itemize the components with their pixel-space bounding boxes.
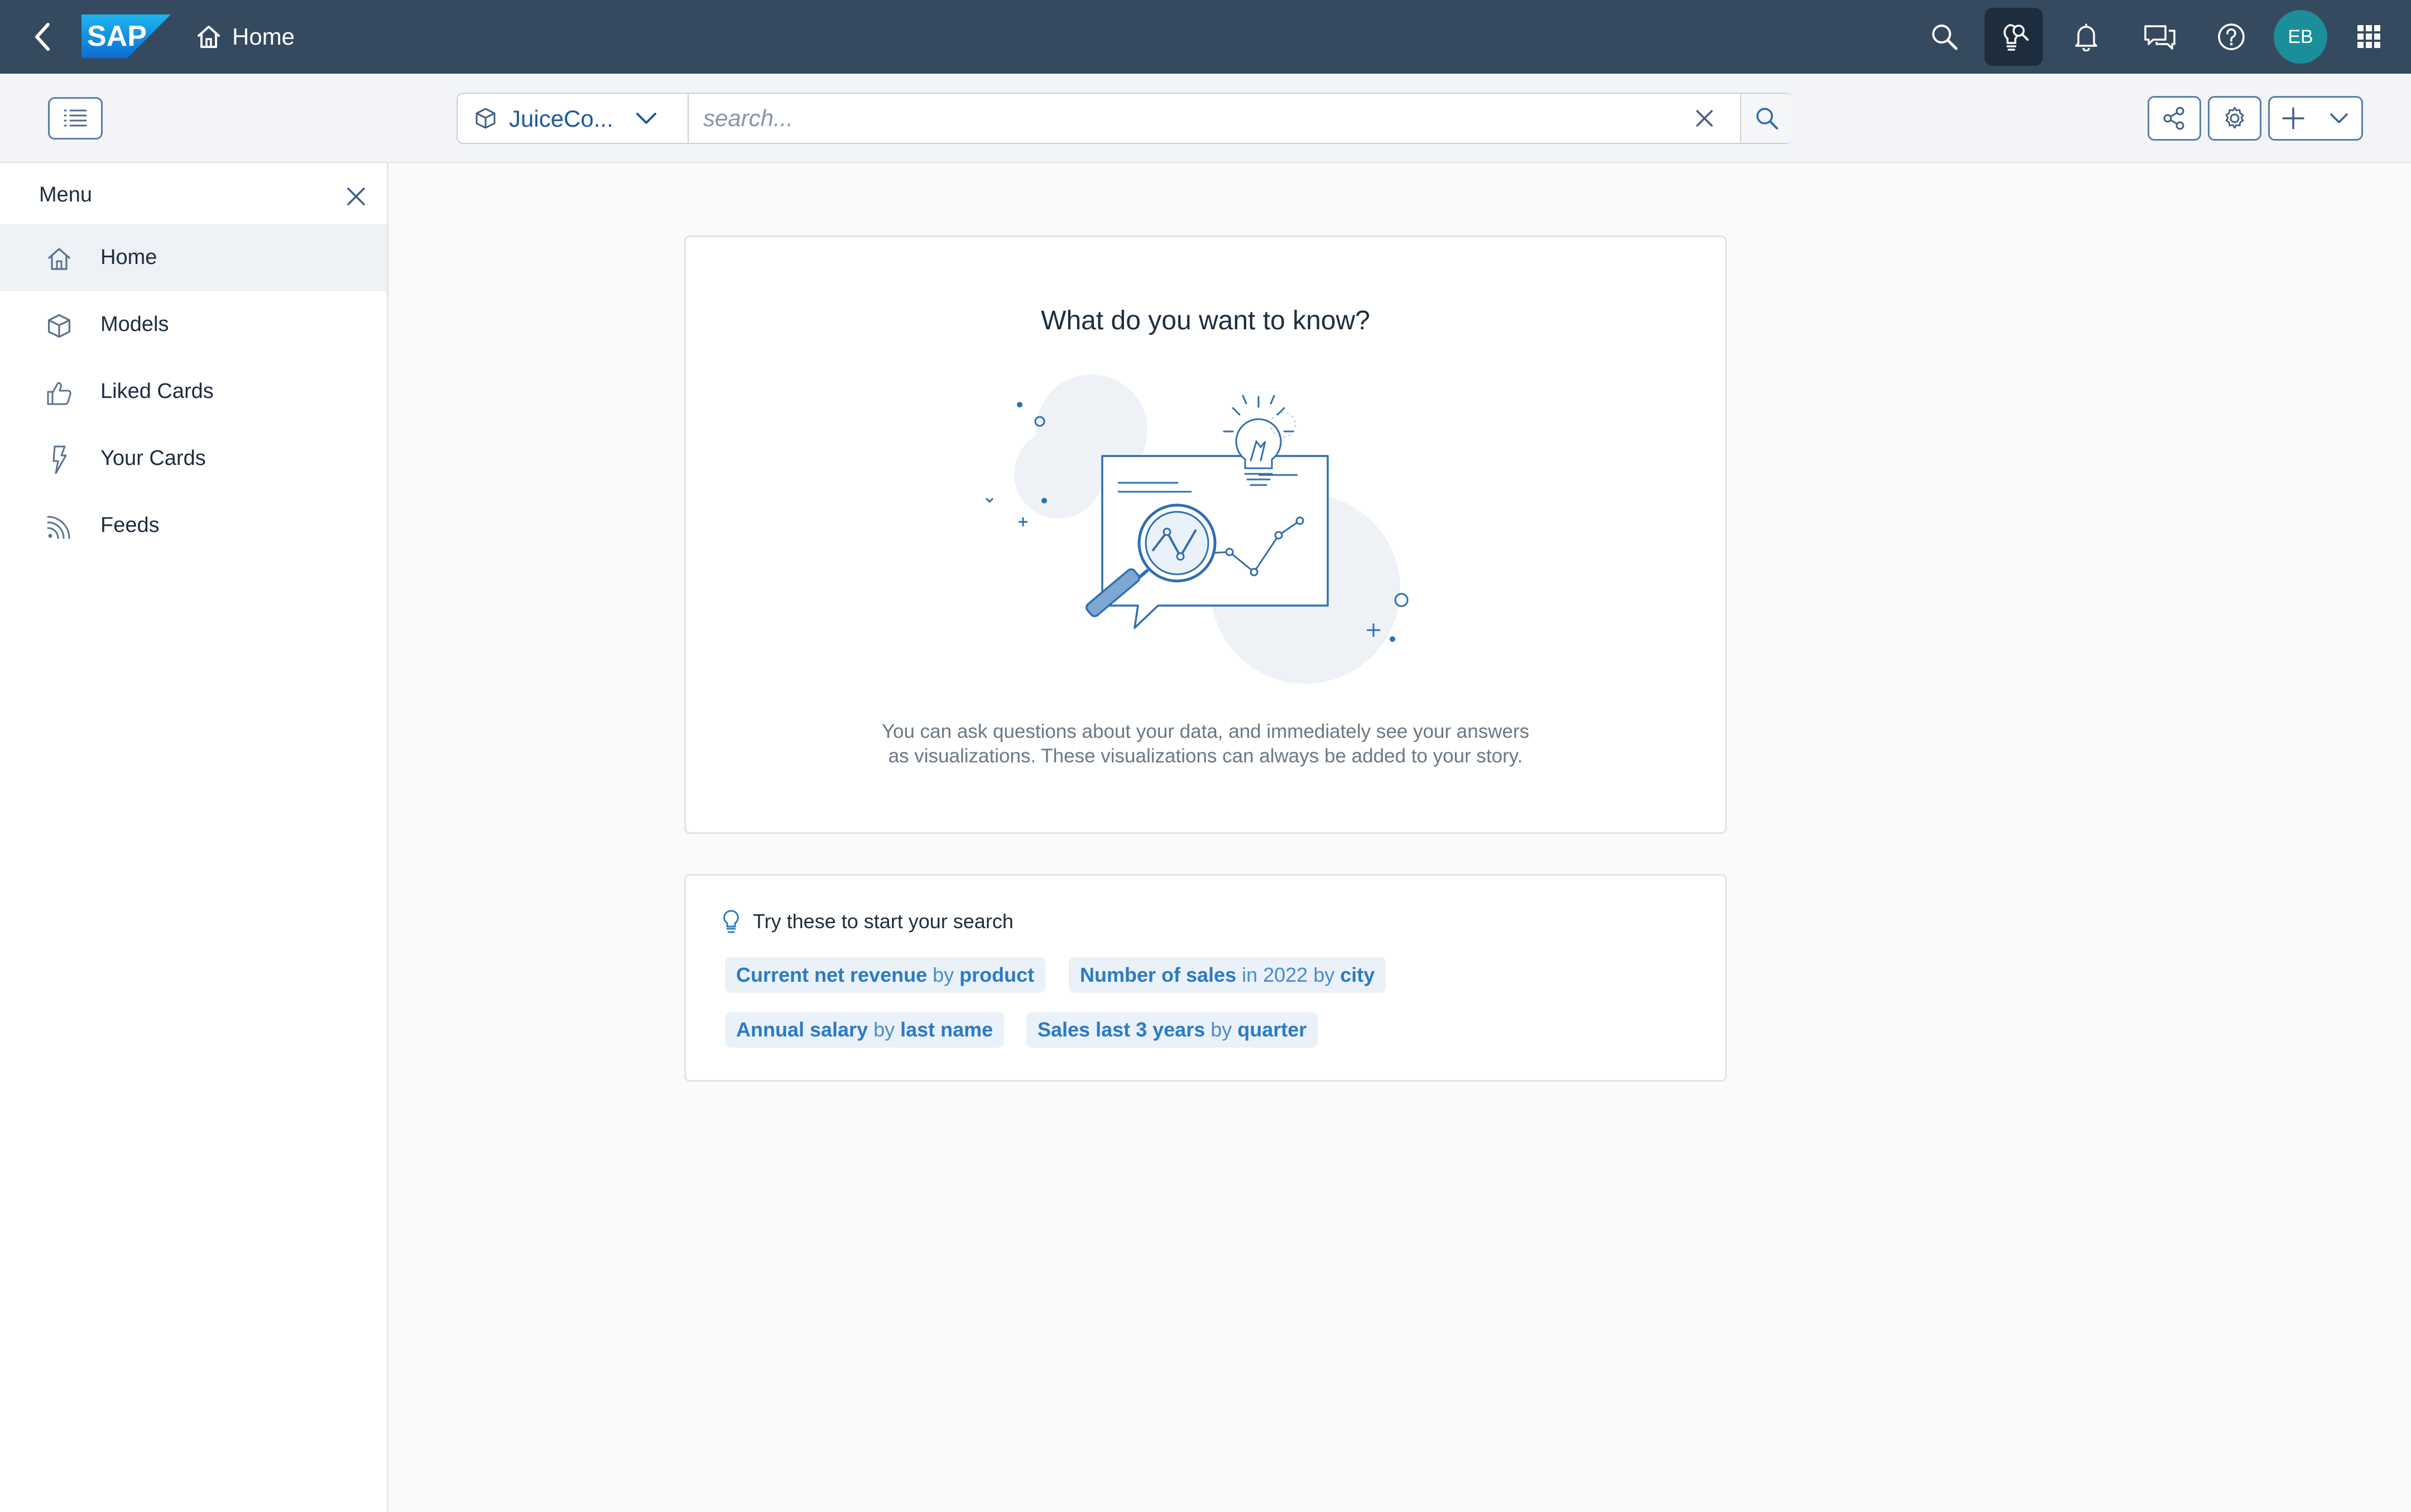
- shell-bar: SAP Home EB: [0, 0, 2411, 74]
- menu-title: Menu: [39, 183, 93, 207]
- lightbulb-icon: [723, 910, 739, 933]
- chip-term: product: [959, 963, 1035, 986]
- model-selector[interactable]: JuiceCo...: [458, 94, 689, 143]
- hero-title: What do you want to know?: [1041, 306, 1370, 335]
- clear-icon: [1696, 110, 1713, 127]
- sap-logo-mark: SAP: [81, 15, 171, 58]
- menu-list-icon: [64, 109, 87, 127]
- close-icon: [347, 188, 365, 205]
- thumbs-up-icon: [44, 377, 75, 409]
- search-icon: [1756, 108, 1778, 129]
- cube-icon: [44, 310, 75, 342]
- search-submit-button[interactable]: [1740, 94, 1793, 143]
- toolbar: JuiceCo...: [0, 74, 2411, 163]
- menu-item-label: Your Cards: [100, 447, 206, 470]
- chip-term: Number of sales: [1080, 963, 1237, 986]
- home-icon: [44, 243, 75, 275]
- hero-description-line-1: You can ask questions about your data, a…: [881, 721, 1530, 742]
- home-label: Home: [232, 23, 295, 50]
- product-switch-button[interactable]: [2344, 0, 2394, 74]
- chip-term: Sales last 3 years: [1038, 1018, 1206, 1041]
- settings-button[interactable]: [2208, 96, 2261, 141]
- help-button[interactable]: [2205, 0, 2258, 74]
- suggestion-chip-net-revenue[interactable]: Current net revenue by product: [725, 957, 1046, 993]
- rss-icon: [44, 511, 75, 543]
- menu-item-home[interactable]: Home: [0, 224, 387, 291]
- feedback-button[interactable]: [2132, 0, 2188, 74]
- suggestions-heading-label: Try these to start your search: [753, 910, 1014, 933]
- menu-item-label: Feeds: [100, 513, 160, 537]
- chip-connector: by: [927, 963, 960, 986]
- plus-icon: [2282, 107, 2304, 129]
- search-field-group: JuiceCo...: [457, 93, 1793, 144]
- suggestion-chip-number-of-sales[interactable]: Number of sales in 2022 by city: [1069, 957, 1386, 993]
- chip-term: Current net revenue: [736, 963, 928, 986]
- chip-term: city: [1340, 963, 1375, 986]
- chat-icon: [2144, 25, 2175, 50]
- hero-description: You can ask questions about your data, a…: [686, 719, 1725, 769]
- search-insights-button[interactable]: [1985, 8, 2043, 66]
- menu-item-liked-cards[interactable]: Liked Cards: [0, 358, 387, 425]
- ask-question-card: What do you want to know? You can ask qu…: [684, 236, 1727, 834]
- home-breadcrumb[interactable]: Home: [195, 0, 295, 74]
- menu-item-label: Liked Cards: [100, 380, 214, 403]
- app-grid-icon: [2357, 25, 2380, 48]
- chip-connector: by: [868, 1018, 901, 1041]
- help-icon: [2218, 23, 2245, 50]
- cube-icon: [476, 108, 496, 129]
- chip-term: Annual salary: [736, 1018, 868, 1041]
- suggestion-chip-annual-salary[interactable]: Annual salary by last name: [725, 1012, 1005, 1048]
- chip-connector: in 2022 by: [1236, 963, 1341, 986]
- menu-item-your-cards[interactable]: Your Cards: [0, 425, 387, 492]
- share-button[interactable]: [2148, 96, 2201, 141]
- search-input[interactable]: [689, 94, 1660, 143]
- chip-connector: by: [1205, 1018, 1238, 1041]
- chevron-down-icon: [636, 113, 656, 124]
- home-icon: [198, 26, 220, 48]
- insight-icon: [2004, 24, 2029, 51]
- side-menu: Menu Home Models Liked Cards Your Cards …: [0, 163, 388, 1512]
- clear-search-button[interactable]: [1691, 105, 1718, 132]
- chevron-down-icon: [2330, 113, 2348, 123]
- chip-term: last name: [900, 1018, 993, 1041]
- gear-icon: [2225, 107, 2244, 129]
- model-name: JuiceCo...: [509, 105, 613, 132]
- add-menu-button[interactable]: [2268, 96, 2363, 141]
- bell-icon: [2075, 23, 2097, 51]
- menu-toggle-button[interactable]: [48, 97, 103, 140]
- svg-text:SAP: SAP: [87, 20, 147, 52]
- search-insight-illustration: [971, 371, 1451, 695]
- menu-item-feeds[interactable]: Feeds: [0, 492, 387, 559]
- menu-item-label: Home: [100, 246, 157, 269]
- back-button[interactable]: [25, 0, 60, 74]
- share-icon: [2163, 107, 2184, 130]
- lightning-icon: [44, 444, 75, 476]
- user-avatar[interactable]: EB: [2274, 10, 2327, 64]
- sap-logo[interactable]: SAP: [81, 15, 171, 58]
- back-icon: [35, 23, 50, 51]
- suggestion-chip-sales-last-3-years[interactable]: Sales last 3 years by quarter: [1026, 1012, 1318, 1048]
- hero-description-line-2: as visualizations. These visualizations …: [888, 745, 1523, 767]
- close-menu-button[interactable]: [342, 182, 371, 211]
- chip-term: quarter: [1237, 1018, 1307, 1041]
- suggestions-heading: Try these to start your search: [723, 909, 1014, 934]
- menu-item-models[interactable]: Models: [0, 291, 387, 358]
- search-icon: [1932, 25, 1958, 50]
- search-button[interactable]: [1920, 0, 1969, 74]
- notifications-button[interactable]: [2059, 0, 2113, 74]
- suggestions-card: Try these to start your search Current n…: [684, 874, 1727, 1082]
- menu-item-label: Models: [100, 313, 169, 336]
